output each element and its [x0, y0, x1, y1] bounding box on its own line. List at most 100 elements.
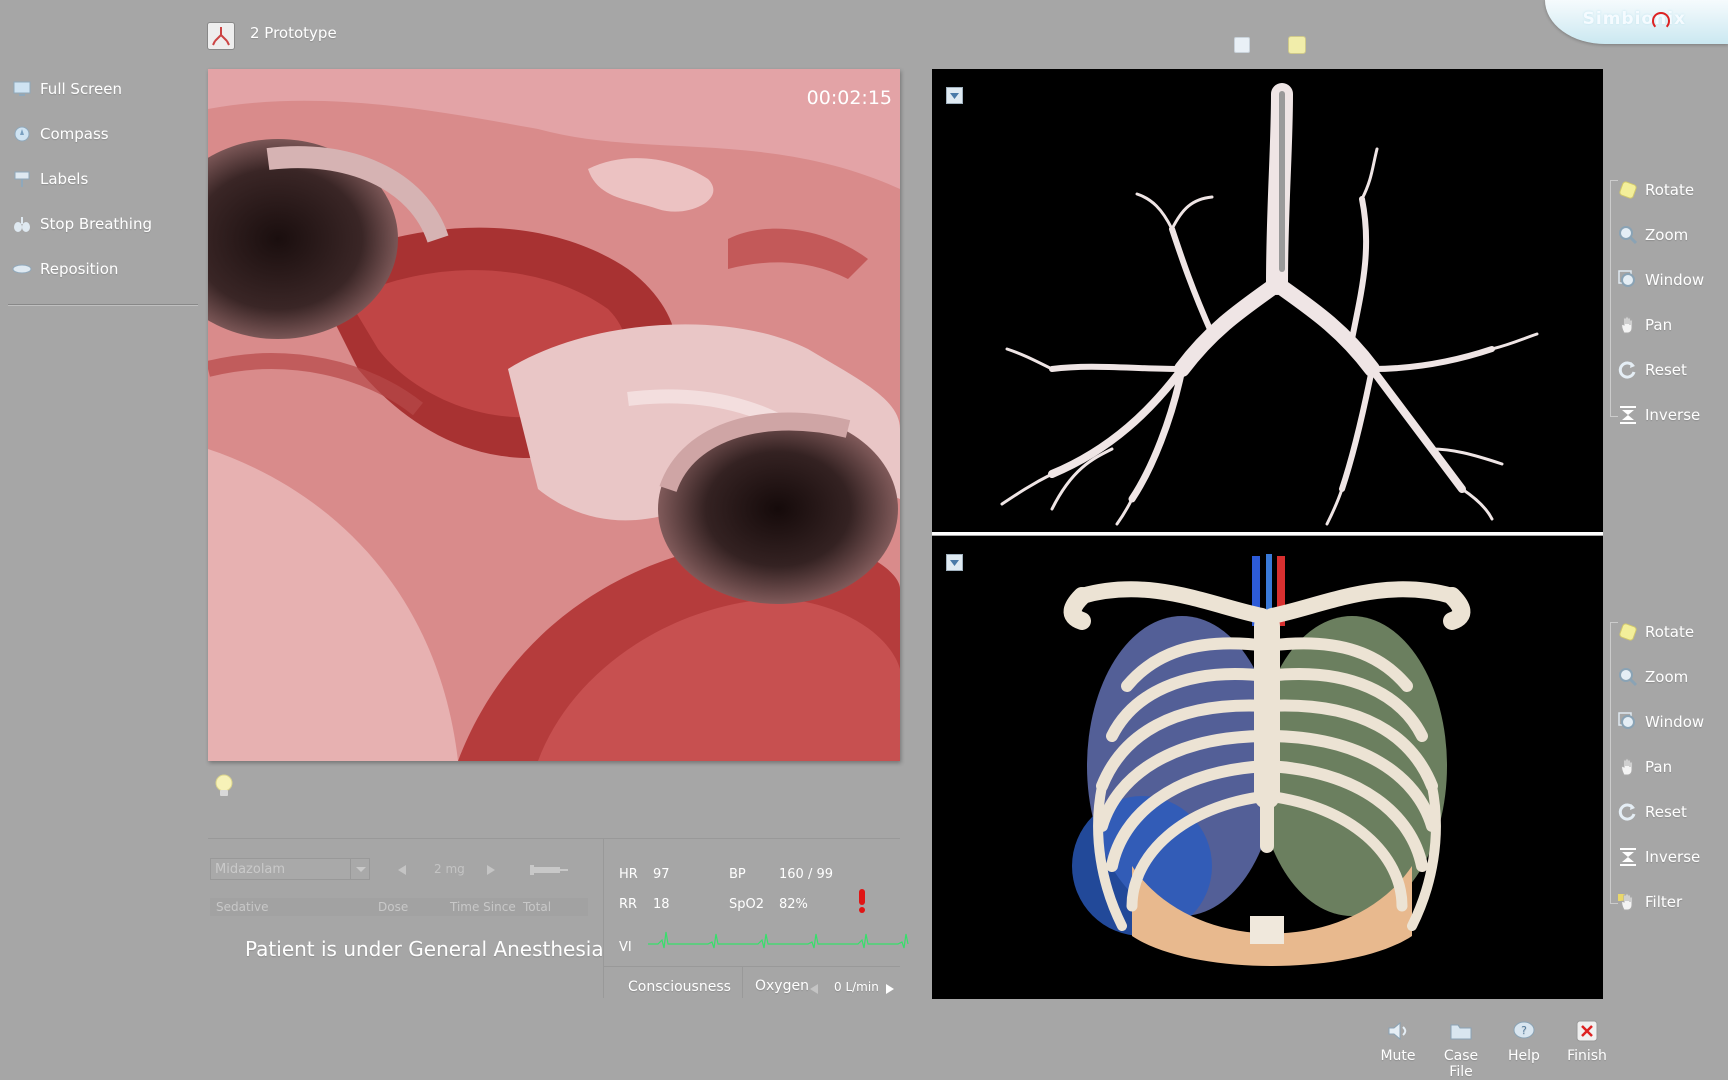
tool-label: Rotate: [1645, 623, 1695, 641]
oxygen-value: 0 L/min: [834, 980, 879, 994]
col-dose: Dose: [378, 900, 409, 914]
panel-divider: [208, 838, 900, 839]
menu-label: Full Screen: [40, 80, 122, 98]
anesthesia-status: Patient is under General Anesthesia: [245, 937, 604, 961]
tool-label: Inverse: [1645, 406, 1701, 424]
tool-group-bracket: [1610, 622, 1618, 904]
button-label: Mute: [1380, 1048, 1416, 1064]
tool-reset-bottom[interactable]: Reset: [1618, 802, 1687, 822]
speaker-icon: [1386, 1020, 1410, 1042]
tool-label: Zoom: [1645, 668, 1689, 686]
note-button[interactable]: [1288, 36, 1306, 54]
inverse-icon: [1618, 847, 1638, 867]
panel-divider: [603, 966, 900, 967]
rr-value: 18: [653, 897, 670, 912]
tool-zoom-bottom[interactable]: Zoom: [1618, 667, 1688, 687]
spo2-label: SpO2: [729, 897, 765, 912]
procedure-timer: 00:02:15: [806, 87, 892, 109]
tool-label: Reset: [1645, 361, 1687, 379]
button-label: Finish: [1567, 1048, 1607, 1064]
brand-tab: Simbionix: [1545, 0, 1728, 44]
hr-value: 97: [653, 867, 670, 882]
tool-label: Window: [1645, 271, 1705, 289]
svg-text:?: ?: [1521, 1024, 1527, 1037]
alert-icon: [856, 888, 868, 918]
close-icon: [1575, 1020, 1599, 1042]
menu-label: Labels: [40, 170, 89, 188]
lungs-icon: [12, 215, 32, 233]
tool-label: Reset: [1645, 803, 1687, 821]
panel-divider: [742, 966, 743, 998]
oxygen-increase-button[interactable]: [884, 980, 896, 999]
folder-icon: [1449, 1020, 1473, 1042]
dose-decrease-button[interactable]: [395, 862, 409, 881]
monitor-icon: [12, 80, 32, 98]
syringe-icon[interactable]: [530, 862, 570, 881]
button-label: Case File: [1443, 1048, 1479, 1080]
tool-inverse-bottom[interactable]: Inverse: [1618, 847, 1700, 867]
col-total: Total: [523, 900, 552, 914]
menu-divider: [8, 304, 198, 306]
oxygen-decrease-button[interactable]: [808, 980, 820, 999]
menu-label: Compass: [40, 125, 109, 143]
rotate-icon: [1618, 622, 1638, 642]
app-icon: [207, 22, 235, 50]
tool-inverse-top[interactable]: Inverse: [1618, 405, 1700, 425]
help-bubble-icon: ?: [1512, 1020, 1536, 1042]
tool-label: Pan: [1645, 316, 1673, 334]
col-sedative: Sedative: [216, 900, 269, 914]
menu-stop-breathing[interactable]: Stop Breathing: [12, 215, 152, 233]
hint-bulb-icon[interactable]: [214, 773, 234, 799]
tool-label: Zoom: [1645, 226, 1689, 244]
tool-pan-bottom[interactable]: Pan: [1618, 757, 1672, 777]
bronchial-tree-render: [1000, 83, 1539, 526]
brand-logo: Simbionix: [1582, 9, 1686, 29]
hr-label: HR: [619, 867, 638, 882]
tool-window-top[interactable]: Window: [1618, 270, 1704, 290]
sedative-select[interactable]: Midazolam: [210, 858, 370, 880]
ecg-label: VI: [619, 940, 632, 955]
consciousness-button[interactable]: Consciousness: [628, 979, 731, 995]
tool-zoom-top[interactable]: Zoom: [1618, 225, 1688, 245]
tool-pan-top[interactable]: Pan: [1618, 315, 1672, 335]
rotate-icon: [1618, 180, 1638, 200]
label-pin-icon: [12, 170, 32, 188]
panel-divider: [603, 838, 604, 998]
tool-label: Filter: [1645, 893, 1683, 911]
tool-rotate-top[interactable]: Rotate: [1618, 180, 1694, 200]
bronchial-tree-panel[interactable]: [932, 69, 1603, 532]
panel-divider: [932, 532, 1603, 535]
restore-window-button[interactable]: [1234, 37, 1250, 53]
help-button[interactable]: ? Help: [1494, 1020, 1554, 1064]
case-file-button[interactable]: Case File: [1431, 1020, 1491, 1080]
tool-rotate-bottom[interactable]: Rotate: [1618, 622, 1694, 642]
rr-label: RR: [619, 897, 638, 912]
dose-increase-button[interactable]: [484, 862, 498, 881]
menu-compass[interactable]: Compass: [12, 125, 109, 143]
tool-label: Window: [1645, 713, 1705, 731]
menu-reposition[interactable]: Reposition: [12, 260, 118, 278]
menu-full-screen[interactable]: Full Screen: [12, 80, 122, 98]
ribcage-render: [1063, 554, 1471, 966]
chevron-down-icon[interactable]: [350, 858, 371, 880]
window-level-icon: [1618, 712, 1638, 732]
tool-reset-top[interactable]: Reset: [1618, 360, 1687, 380]
reset-icon: [1618, 802, 1638, 822]
tool-label: Pan: [1645, 758, 1673, 776]
mute-button[interactable]: Mute: [1368, 1020, 1428, 1064]
bp-label: BP: [729, 867, 746, 882]
tool-window-bottom[interactable]: Window: [1618, 712, 1704, 732]
finish-button[interactable]: Finish: [1557, 1020, 1617, 1064]
filter-icon: [1618, 892, 1638, 912]
button-label: Help: [1508, 1048, 1540, 1064]
reset-icon: [1618, 360, 1638, 380]
bp-value: 160 / 99: [779, 867, 833, 882]
inverse-icon: [1618, 405, 1638, 425]
endoscope-viewport[interactable]: 00:02:15: [208, 69, 900, 761]
oxygen-label: Oxygen: [755, 978, 809, 994]
chest-anatomy-panel[interactable]: [932, 536, 1603, 999]
hand-icon: [1618, 315, 1638, 335]
tool-filter-bottom[interactable]: Filter: [1618, 892, 1682, 912]
menu-labels[interactable]: Labels: [12, 170, 88, 188]
reposition-icon: [12, 260, 32, 278]
